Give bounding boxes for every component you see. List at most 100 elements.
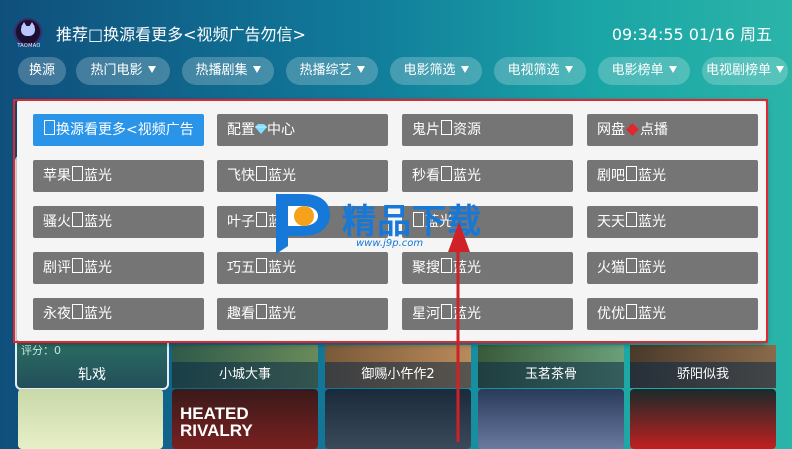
source-label-suffix: 蓝光 — [84, 168, 112, 184]
watermark: 精品下载 www.j9p.com — [270, 192, 530, 262]
missing-glyph-icon — [441, 166, 452, 181]
tab-tv-filter[interactable]: 电视筛选 — [494, 57, 586, 85]
source-label-suffix: 蓝光 — [638, 214, 666, 230]
app-logo — [16, 20, 40, 44]
missing-glyph-icon — [626, 304, 637, 319]
video-title: 骄阳似我 — [630, 362, 776, 388]
source-label: 聚搜 — [412, 260, 440, 276]
tab-hot-series[interactable]: 热播剧集 — [182, 57, 274, 85]
source-button[interactable]: 换源看更多<视频广告 — [33, 114, 204, 146]
tab-hot-variety[interactable]: 热播综艺 — [286, 57, 378, 85]
source-button[interactable]: 鬼片 资源 — [402, 114, 573, 146]
source-label-suffix: 蓝光 — [84, 260, 112, 276]
filter-arrow-icon — [147, 66, 156, 73]
source-label: 剧吧 — [597, 168, 625, 184]
missing-glyph-icon — [72, 212, 83, 227]
filter-arrow-icon — [460, 66, 469, 73]
missing-glyph-icon — [256, 212, 267, 227]
source-button[interactable]: 永夜 蓝光 — [33, 298, 204, 330]
tab-label: 热门电影 — [90, 63, 143, 78]
source-label-suffix: 资源 — [453, 122, 481, 138]
video-title: 玉茗茶骨 — [478, 362, 624, 388]
source-button[interactable]: 剧吧 蓝光 — [587, 160, 758, 192]
source-button[interactable]: 趣看 蓝光 — [217, 298, 388, 330]
poster[interactable]: HEATED RIVALRY — [172, 389, 318, 449]
source-label-suffix: 蓝光 — [84, 214, 112, 230]
top-bar: TAOMAO 推荐□换源看更多<视频广告勿信> 09:34:55 01/16 周… — [0, 0, 792, 52]
missing-glyph-icon — [72, 304, 83, 319]
logo-text: TAOMAO — [17, 43, 41, 49]
source-label: 秒看 — [412, 168, 440, 184]
tab-movie-filter[interactable]: 电影筛选 — [390, 57, 482, 85]
missing-glyph-icon — [256, 258, 267, 273]
source-label: 骚火 — [43, 214, 71, 230]
source-label-suffix: 中心 — [267, 122, 295, 138]
gem-icon — [255, 124, 267, 134]
source-label-suffix: 蓝光 — [268, 260, 296, 276]
missing-glyph-icon — [44, 120, 55, 135]
source-button[interactable]: 配置 中心 — [217, 114, 388, 146]
source-label-suffix: 蓝光 — [453, 168, 481, 184]
tab-label: 电视剧榜单 — [705, 63, 771, 78]
source-label: 永夜 — [43, 306, 71, 322]
source-button[interactable]: 优优 蓝光 — [587, 298, 758, 330]
tab-hot-movies[interactable]: 热门电影 — [76, 57, 170, 85]
missing-glyph-icon — [256, 304, 267, 319]
missing-glyph-icon — [626, 212, 637, 227]
source-label: 鬼片 — [412, 122, 440, 138]
source-button[interactable]: 星河 蓝光 — [402, 298, 573, 330]
video-card[interactable]: 玉茗茶骨 — [478, 345, 624, 388]
poster[interactable] — [18, 389, 163, 449]
source-label: 苹果 — [43, 168, 71, 184]
source-button[interactable]: 火猫 蓝光 — [587, 252, 758, 284]
video-card[interactable]: 小城大事 — [172, 345, 318, 388]
source-button[interactable]: 秒看 蓝光 — [402, 160, 573, 192]
source-label-suffix: 蓝光 — [84, 306, 112, 322]
source-label-suffix: 点播 — [640, 122, 668, 138]
source-button[interactable]: 天天 蓝光 — [587, 206, 758, 238]
source-label: 趣看 — [227, 306, 255, 322]
watermark-logo-icon — [276, 194, 330, 254]
tab-switch-source[interactable]: 换源 — [18, 57, 66, 85]
poster-title: HEATED RIVALRY — [180, 404, 253, 440]
tab-label: 电视筛选 — [507, 63, 560, 78]
source-label: 天天 — [597, 214, 625, 230]
video-card[interactable]: 骄阳似我 — [630, 345, 776, 388]
tab-tv-chart[interactable]: 电视剧榜单 — [702, 57, 788, 85]
source-label-suffix: 蓝光 — [638, 260, 666, 276]
source-button[interactable]: 骚火 蓝光 — [33, 206, 204, 238]
diamond-icon — [626, 123, 639, 136]
source-label: 飞快 — [227, 168, 255, 184]
filter-arrow-icon — [356, 66, 365, 73]
source-label-suffix: 蓝光 — [268, 306, 296, 322]
source-button[interactable]: 苹果 蓝光 — [33, 160, 204, 192]
video-title: 轧戏 — [78, 367, 106, 383]
filter-arrow-icon — [668, 66, 677, 73]
source-label-suffix: 蓝光 — [638, 306, 666, 322]
tab-label: 热播剧集 — [195, 63, 248, 78]
video-score: 评分：0 — [21, 344, 61, 357]
source-label: 星河 — [412, 306, 440, 322]
source-button[interactable]: 网盘 点播 — [587, 114, 758, 146]
filter-arrow-icon — [252, 66, 261, 73]
poster[interactable] — [478, 389, 624, 449]
missing-glyph-icon — [256, 166, 267, 181]
source-label-suffix: 蓝光 — [268, 168, 296, 184]
tab-label: 热播综艺 — [299, 63, 352, 78]
tab-movie-chart[interactable]: 电影榜单 — [598, 57, 690, 85]
source-label: 叶子 — [227, 214, 255, 230]
poster[interactable] — [630, 389, 776, 449]
source-label: 换源看更多<视频广告 — [56, 122, 194, 138]
filter-arrow-icon — [564, 66, 573, 73]
filter-arrow-icon — [776, 66, 784, 73]
source-button[interactable]: 剧评 蓝光 — [33, 252, 204, 284]
video-title: 小城大事 — [172, 362, 318, 388]
pointer-arrow-icon — [448, 222, 470, 442]
source-label-suffix: 蓝光 — [638, 168, 666, 184]
source-label: 配置 — [227, 122, 255, 138]
source-label: 巧五 — [227, 260, 255, 276]
missing-glyph-icon — [441, 120, 452, 135]
source-button[interactable]: 飞快 蓝光 — [217, 160, 388, 192]
source-label: 剧评 — [43, 260, 71, 276]
missing-glyph-icon — [626, 166, 637, 181]
